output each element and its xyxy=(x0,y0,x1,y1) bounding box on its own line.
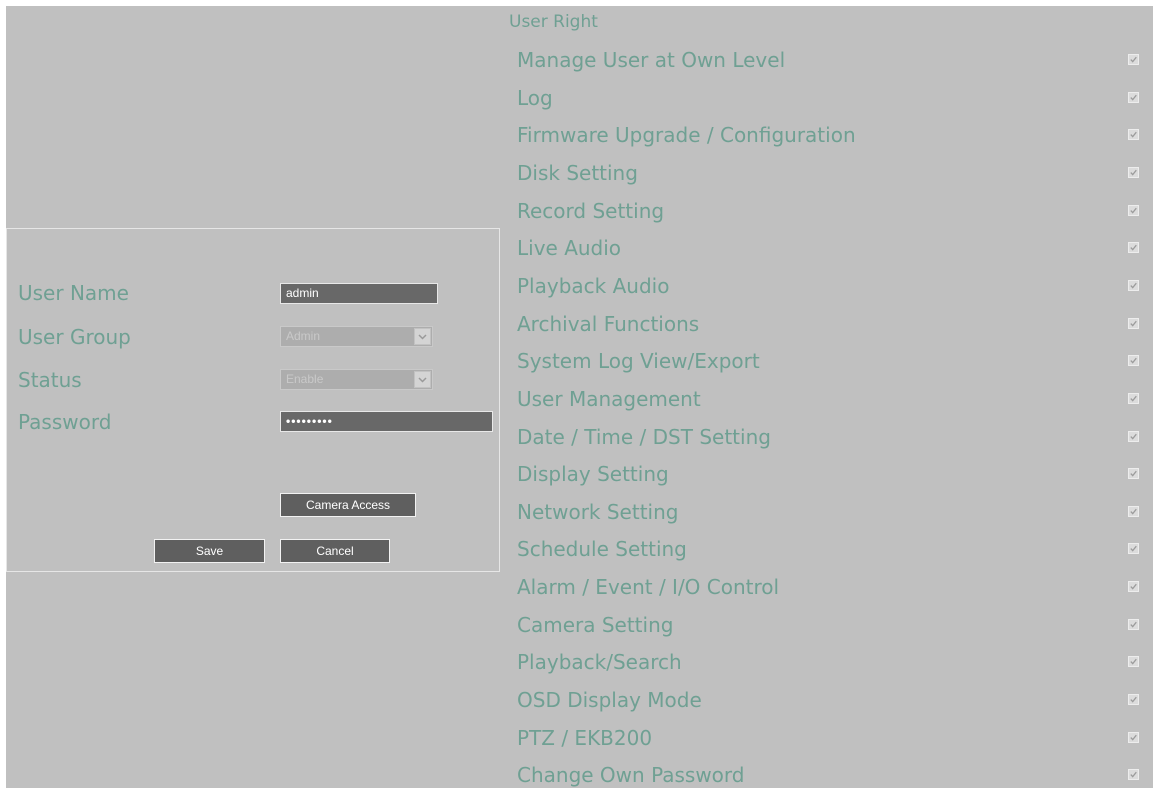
user-right-item: Schedule Setting xyxy=(517,537,1153,561)
status-label: Status xyxy=(18,368,82,392)
user-right-item: System Log View/Export xyxy=(517,349,1153,373)
user-right-item: Display Setting xyxy=(517,462,1153,486)
user-right-label: Live Audio xyxy=(517,236,622,260)
user-right-checkbox[interactable] xyxy=(1128,92,1139,103)
user-right-checkbox[interactable] xyxy=(1128,242,1139,253)
user-right-checkbox[interactable] xyxy=(1128,732,1139,743)
user-right-label: Firmware Upgrade / Configuration xyxy=(517,123,856,147)
user-right-checkbox[interactable] xyxy=(1128,280,1139,291)
user-right-label: System Log View/Export xyxy=(517,349,760,373)
user-right-label: Disk Setting xyxy=(517,161,638,185)
user-right-label: Date / Time / DST Setting xyxy=(517,425,771,449)
user-right-item: Log xyxy=(517,86,1153,110)
user-group-select[interactable]: Admin xyxy=(280,326,433,347)
user-right-checkbox[interactable] xyxy=(1128,581,1139,592)
user-right-label: User Management xyxy=(517,387,701,411)
user-form: User Name admin User Group Admin Status … xyxy=(6,228,500,572)
user-right-checkbox[interactable] xyxy=(1128,318,1139,329)
chevron-down-icon[interactable] xyxy=(414,328,431,345)
user-right-checkbox[interactable] xyxy=(1128,506,1139,517)
user-right-label: Playback Audio xyxy=(517,274,670,298)
user-right-checkbox[interactable] xyxy=(1128,355,1139,366)
user-right-label: Change Own Password xyxy=(517,763,745,787)
user-right-label: Network Setting xyxy=(517,500,679,524)
user-group-label: User Group xyxy=(18,325,131,349)
user-right-label: Alarm / Event / I/O Control xyxy=(517,575,780,599)
user-right-checkbox[interactable] xyxy=(1128,468,1139,479)
chevron-down-icon[interactable] xyxy=(414,371,431,388)
username-field[interactable]: admin xyxy=(280,283,438,304)
user-right-checkbox[interactable] xyxy=(1128,167,1139,178)
user-right-item: Date / Time / DST Setting xyxy=(517,425,1153,449)
password-label: Password xyxy=(18,410,112,434)
user-right-item: OSD Display Mode xyxy=(517,688,1153,712)
status-value: Enable xyxy=(286,372,324,386)
user-right-checkbox[interactable] xyxy=(1128,393,1139,404)
user-right-item: Archival Functions xyxy=(517,312,1153,336)
user-right-checkbox[interactable] xyxy=(1128,543,1139,554)
user-right-label: Log xyxy=(517,86,553,110)
status-select[interactable]: Enable xyxy=(280,369,433,390)
user-right-item: Disk Setting xyxy=(517,161,1153,185)
save-button[interactable]: Save xyxy=(154,539,265,563)
user-settings-panel: User Name admin User Group Admin Status … xyxy=(6,6,1153,788)
user-right-item: Playback Audio xyxy=(517,274,1153,298)
user-right-item: Change Own Password xyxy=(517,763,1153,787)
user-right-label: Manage User at Own Level xyxy=(517,48,786,72)
user-right-checkbox[interactable] xyxy=(1128,54,1139,65)
user-right-label: Schedule Setting xyxy=(517,537,687,561)
user-right-label: PTZ / EKB200 xyxy=(517,726,653,750)
user-right-label: Record Setting xyxy=(517,199,665,223)
user-right-checkbox[interactable] xyxy=(1128,431,1139,442)
user-right-item: User Management xyxy=(517,387,1153,411)
user-right-item: PTZ / EKB200 xyxy=(517,726,1153,750)
user-right-item: Record Setting xyxy=(517,199,1153,223)
user-right-label: Display Setting xyxy=(517,462,669,486)
user-right-checkbox[interactable] xyxy=(1128,205,1139,216)
username-label: User Name xyxy=(18,281,129,305)
user-right-item: Alarm / Event / I/O Control xyxy=(517,575,1153,599)
user-right-item: Live Audio xyxy=(517,236,1153,260)
user-right-label: Playback/Search xyxy=(517,650,682,674)
user-right-checkbox[interactable] xyxy=(1128,694,1139,705)
user-right-item: Manage User at Own Level xyxy=(517,48,1153,72)
user-right-label: Camera Setting xyxy=(517,613,674,637)
camera-access-button[interactable]: Camera Access xyxy=(280,493,416,517)
user-group-value: Admin xyxy=(286,329,321,343)
cancel-button[interactable]: Cancel xyxy=(280,539,390,563)
user-right-item: Playback/Search xyxy=(517,650,1153,674)
user-right-checkbox[interactable] xyxy=(1128,619,1139,630)
user-right-item: Network Setting xyxy=(517,500,1153,524)
user-right-checkbox[interactable] xyxy=(1128,656,1139,667)
user-right-label: Archival Functions xyxy=(517,312,700,336)
password-field[interactable]: ••••••••• xyxy=(280,411,493,432)
user-right-checkbox[interactable] xyxy=(1128,129,1139,140)
user-right-label: OSD Display Mode xyxy=(517,688,702,712)
user-right-item: Camera Setting xyxy=(517,613,1153,637)
user-right-title: User Right xyxy=(509,12,598,32)
user-right-checkbox[interactable] xyxy=(1128,769,1139,780)
user-right-item: Firmware Upgrade / Configuration xyxy=(517,123,1153,147)
